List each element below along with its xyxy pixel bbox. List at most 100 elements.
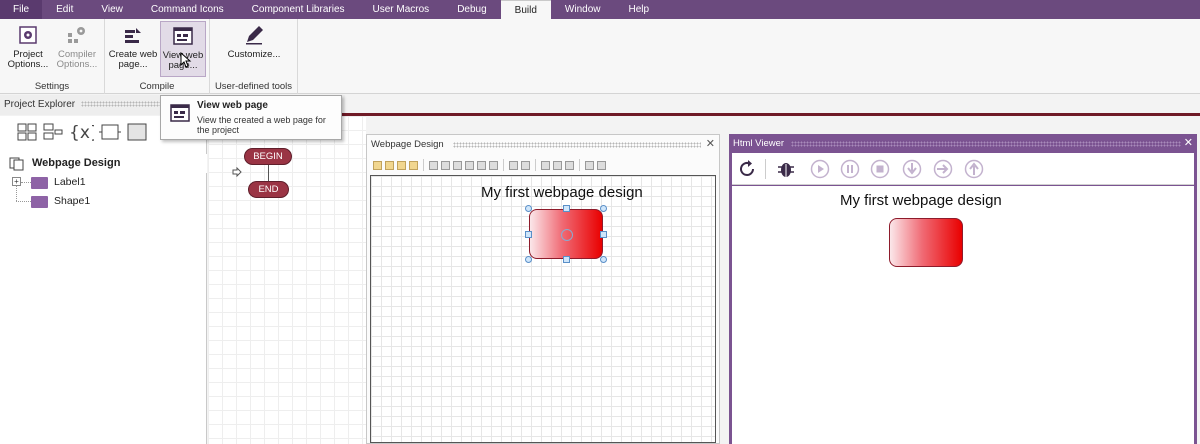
customize-label: Customize... <box>227 49 281 60</box>
pause-icon[interactable] <box>840 159 860 179</box>
flowchart-view-icon[interactable] <box>126 121 148 143</box>
toolbar-separator <box>503 159 504 171</box>
distribute-horizontal-icon[interactable] <box>509 160 518 170</box>
menu-component-libraries[interactable]: Component Libraries <box>238 0 359 19</box>
space-vertical-icon[interactable] <box>553 160 562 170</box>
compiler-options-icon <box>68 27 85 43</box>
tooltip-view-web-page: View web page View the created a web pag… <box>160 95 342 140</box>
webpage-design-title: Webpage Design <box>371 139 444 150</box>
step-over-icon[interactable] <box>933 159 953 179</box>
send-to-back-icon[interactable] <box>385 160 394 170</box>
align-center-icon[interactable] <box>441 160 450 170</box>
component-grid-icon[interactable] <box>16 121 38 143</box>
customize-button[interactable]: Customize... <box>220 21 288 77</box>
resize-handle[interactable] <box>600 205 607 212</box>
project-options-icon <box>19 26 37 44</box>
tree-connector <box>16 186 17 201</box>
tree-connector <box>21 182 31 183</box>
tree-item-label1-text: Label1 <box>54 176 86 188</box>
tree-root-webpage-design[interactable]: Webpage Design <box>0 154 207 173</box>
menu-file[interactable]: File <box>0 0 43 19</box>
tree-item-shape1-text: Shape1 <box>54 195 91 207</box>
center-icon[interactable] <box>565 160 574 170</box>
tree-item-label1[interactable]: + Label1 <box>0 173 207 192</box>
view-web-page-icon <box>170 104 190 122</box>
mouse-cursor-icon <box>180 52 192 68</box>
html-viewer-panel: Html Viewer ✕ My first webpage design <box>729 134 1197 444</box>
refresh-icon[interactable] <box>738 159 758 179</box>
same-width-icon[interactable] <box>585 160 594 170</box>
resize-handle[interactable] <box>563 256 570 263</box>
svg-text:{x}: {x} <box>69 123 94 143</box>
flow-arrow-icon <box>232 167 242 177</box>
variables-icon[interactable]: {x} <box>68 121 94 143</box>
align-middle-icon[interactable] <box>477 160 486 170</box>
compiler-options-label: Compiler Options... <box>56 49 98 70</box>
editor-divider <box>340 113 1200 116</box>
menu-debug[interactable]: Debug <box>443 0 500 19</box>
debug-bug-icon[interactable] <box>776 159 796 179</box>
shape-center-marker <box>561 229 573 241</box>
component-list-icon[interactable] <box>42 121 64 143</box>
align-top-icon[interactable] <box>465 160 474 170</box>
menu-view[interactable]: View <box>87 0 137 19</box>
create-web-page-button[interactable]: Create web page... <box>107 21 159 77</box>
resize-handle[interactable] <box>600 231 607 238</box>
close-icon[interactable]: ✕ <box>1184 134 1193 153</box>
resize-handle[interactable] <box>525 256 532 263</box>
close-icon[interactable]: ✕ <box>706 135 715 154</box>
project-tree: Webpage Design + Label1 Shape1 <box>0 154 207 211</box>
flow-begin-node[interactable]: BEGIN <box>244 148 292 165</box>
stop-icon[interactable] <box>870 159 890 179</box>
macro-block-icon[interactable] <box>98 121 122 143</box>
menu-edit[interactable]: Edit <box>42 0 87 19</box>
flow-end-node[interactable]: END <box>248 181 289 198</box>
send-backward-icon[interactable] <box>409 160 418 170</box>
same-height-icon[interactable] <box>597 160 606 170</box>
expand-plus-icon[interactable]: + <box>12 177 21 186</box>
rendered-page-text: My first webpage design <box>840 192 1002 209</box>
folder-icon <box>31 196 48 208</box>
html-viewer-title-bar: Html Viewer ✕ <box>729 134 1197 153</box>
flowchart-canvas[interactable]: BEGIN END <box>208 116 366 444</box>
ribbon-group-compile: Create web page... View web page... Comp… <box>105 19 210 94</box>
settings-group-label: Settings <box>34 81 70 92</box>
compile-group-label: Compile <box>139 81 175 92</box>
view-web-page-icon <box>173 27 193 45</box>
view-web-page-button[interactable]: View web page... <box>160 21 206 77</box>
align-bottom-icon[interactable] <box>489 160 498 170</box>
resize-handle[interactable] <box>600 256 607 263</box>
toolbar-separator <box>765 159 766 179</box>
step-out-icon[interactable] <box>964 159 984 179</box>
canvas-label-text[interactable]: My first webpage design <box>481 184 643 201</box>
align-right-icon[interactable] <box>453 160 462 170</box>
ribbon: Project Options... Compiler Options... S… <box>0 19 1200 94</box>
tree-root-label: Webpage Design <box>32 157 121 169</box>
design-canvas[interactable]: My first webpage design <box>370 175 716 443</box>
menu-user-macros[interactable]: User Macros <box>359 0 444 19</box>
menu-help[interactable]: Help <box>614 0 663 19</box>
menu-build[interactable]: Build <box>500 0 551 19</box>
project-options-button[interactable]: Project Options... <box>4 21 52 77</box>
tree-connector <box>16 201 31 202</box>
pencil-icon <box>246 26 263 45</box>
space-horizontal-icon[interactable] <box>541 160 550 170</box>
tree-item-shape1[interactable]: Shape1 <box>0 186 207 211</box>
bring-to-front-icon[interactable] <box>373 160 382 170</box>
resize-handle[interactable] <box>563 205 570 212</box>
menu-window[interactable]: Window <box>551 0 615 19</box>
align-left-icon[interactable] <box>429 160 438 170</box>
folder-icon <box>31 177 48 189</box>
run-icon[interactable] <box>810 159 830 179</box>
distribute-vertical-icon[interactable] <box>521 160 530 170</box>
step-into-icon[interactable] <box>902 159 922 179</box>
document-pages-icon <box>9 157 24 171</box>
resize-handle[interactable] <box>525 205 532 212</box>
compiler-options-button[interactable]: Compiler Options... <box>53 21 101 77</box>
menu-command-icons[interactable]: Command Icons <box>137 0 238 19</box>
resize-handle[interactable] <box>525 231 532 238</box>
bring-forward-icon[interactable] <box>397 160 406 170</box>
html-viewer-toolbar <box>732 153 1194 185</box>
project-explorer-title: Project Explorer <box>4 99 76 110</box>
create-web-page-icon <box>125 28 141 43</box>
